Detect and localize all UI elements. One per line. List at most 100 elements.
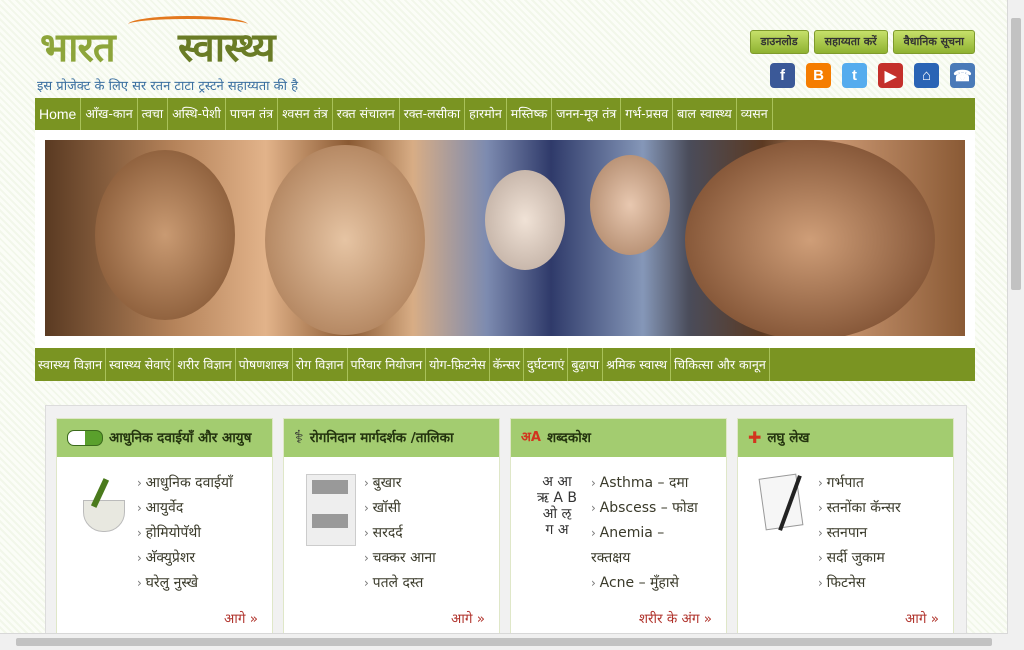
list-item[interactable]: Asthma – दमा	[591, 471, 701, 496]
more-link[interactable]: शरीर के अंग »	[639, 609, 712, 627]
elderly-people-photo	[45, 140, 965, 336]
nav-item[interactable]: व्यसन	[737, 98, 773, 130]
page: भारत स्वास्थ्य इस प्रोजेक्ट के लिए सर रत…	[35, 0, 975, 650]
list-item[interactable]: होमियोपॅथी	[137, 521, 233, 546]
secondary-nav-item[interactable]: स्वास्थ्य सेवाएं	[106, 348, 175, 381]
nav-item[interactable]: बाल स्वास्थ्य	[673, 98, 737, 130]
nav-item[interactable]: जनन-मूत्र तंत्र	[552, 98, 622, 130]
nav-item[interactable]: आँख-कान	[81, 98, 138, 130]
nav-item[interactable]: रक्त संचालन	[333, 98, 400, 130]
horizontal-scroll-thumb[interactable]	[16, 638, 992, 646]
photo-face-1	[95, 150, 235, 320]
photo-face-2	[265, 145, 425, 335]
secondary-nav-item[interactable]: दुर्घटनाएं	[524, 348, 569, 381]
card-dictionary: अA शब्दकोश अ आऋ A Bओ ऌग अ Asthma – दमा A…	[510, 418, 727, 650]
secondary-nav-item[interactable]: परिवार नियोजन	[348, 348, 427, 381]
list-item[interactable]: Abscess – फोडा	[591, 496, 701, 521]
secondary-nav-item[interactable]: पोषणशास्त्र	[236, 348, 293, 381]
nav-item[interactable]: हारमोन	[465, 98, 507, 130]
blogger-icon[interactable]: B	[806, 63, 831, 88]
secondary-nav-item[interactable]: कॅन्सर	[490, 348, 524, 381]
nav-item[interactable]: त्वचा	[138, 98, 169, 130]
nav-item[interactable]: गर्भ-प्रसव	[621, 98, 674, 130]
card-list: गर्भपात स्तनोंका कॅन्सर स्तनपान सर्दी जु…	[818, 471, 901, 596]
site-logo[interactable]: भारत स्वास्थ्य	[40, 12, 340, 71]
pill-icon	[67, 430, 103, 446]
card-title: आधुनिक दवाईयाँ और आयुष	[109, 430, 252, 446]
secondary-nav-item[interactable]: योग-फ़िटनेस	[426, 348, 490, 381]
dictionary-icon: अA	[521, 430, 541, 445]
nav-item[interactable]: रक्त-लसीका	[400, 98, 466, 130]
card-title: शब्दकोश	[547, 430, 591, 446]
logo-text-swasthya: स्वास्थ्य	[178, 24, 276, 71]
more-link[interactable]: आगे »	[905, 609, 939, 627]
list-item[interactable]: Acne – मुँहासे	[591, 571, 701, 596]
nav-item[interactable]: अस्थि-पेशी	[168, 98, 226, 130]
card-header[interactable]: अA शब्दकोश	[511, 419, 726, 457]
nav-item[interactable]: Home	[35, 98, 82, 130]
list-item[interactable]: गर्भपात	[818, 471, 901, 496]
youtube-icon[interactable]: ▶	[878, 63, 903, 88]
nav-item[interactable]: श्वसन तंत्र	[278, 98, 333, 130]
social-icons: f Bt ▶ ⌂ ☎	[770, 63, 975, 88]
download-button[interactable]: डाउनलोड	[749, 30, 809, 54]
legal-notice-button[interactable]: वैधानिक सूचना	[892, 30, 975, 54]
card-header[interactable]: आधुनिक दवाईयाँ और आयुष	[57, 419, 272, 457]
tagline: इस प्रोजेक्ट के लिए सर रतन टाटा ट्रस्टने…	[37, 79, 299, 94]
nav-item[interactable]: पाचन तंत्र	[226, 98, 279, 130]
top-buttons: डाउनलोड सहाय्यता करें वैधानिक सूचना	[749, 30, 975, 54]
list-item[interactable]: चक्कर आना	[364, 546, 436, 571]
secondary-nav-item[interactable]: श्रमिक स्वास्थ	[603, 348, 671, 381]
card-header[interactable]: ✚ लघु लेख	[738, 419, 953, 457]
phone-icon[interactable]: ☎	[950, 63, 975, 88]
content-area: आधुनिक दवाईयाँ और आयुष आधुनिक दवाईयाँ आय…	[45, 405, 967, 650]
list-item[interactable]: स्तनोंका कॅन्सर	[818, 496, 901, 521]
secondary-nav: स्वास्थ्य विज्ञान स्वास्थ्य सेवाएं शरीर वि…	[35, 348, 975, 381]
nav-item[interactable]: मस्तिष्क	[507, 98, 553, 130]
card-title: लघु लेख	[767, 430, 810, 446]
secondary-nav-item[interactable]: स्वास्थ्य विज्ञान	[35, 348, 107, 381]
card-list: आधुनिक दवाईयाँ आयुर्वेद होमियोपॅथी अ‍ॅक्…	[137, 471, 233, 596]
list-item[interactable]: स्तनपान	[818, 521, 901, 546]
medical-note-icon: ✚	[748, 428, 762, 447]
list-item[interactable]: सरदर्द	[364, 521, 436, 546]
secondary-nav-item[interactable]: चिकित्सा और कानून	[671, 348, 770, 381]
secondary-nav-item[interactable]: शरीर विज्ञान	[174, 348, 236, 381]
flowchart-icon	[304, 474, 356, 546]
card-list: बुखार खॉसी सरदर्द चक्कर आना पतले दस्त	[364, 471, 436, 596]
list-item[interactable]: आधुनिक दवाईयाँ	[137, 471, 233, 496]
photo-face-4	[590, 155, 670, 255]
letters-icon: अ आऋ A Bओ ऌग अ	[536, 474, 578, 538]
facebook-icon[interactable]: f	[770, 63, 795, 88]
secondary-nav-item[interactable]: रोग विज्ञान	[293, 348, 348, 381]
vertical-scroll-thumb[interactable]	[1011, 18, 1021, 290]
home-icon[interactable]: ⌂	[914, 63, 939, 88]
document-pen-icon	[758, 473, 810, 534]
list-item[interactable]: घरेलु नुस्खे	[137, 571, 233, 596]
list-item[interactable]: सर्दी जुकाम	[818, 546, 901, 571]
card-diagnosis: ⚕ रोगनिदान मार्गदर्शक /तालिका बुखार खॉसी…	[283, 418, 500, 650]
card-header[interactable]: ⚕ रोगनिदान मार्गदर्शक /तालिका	[284, 419, 499, 457]
card-list: Asthma – दमा Abscess – फोडा Anemia – रक्…	[591, 471, 701, 596]
card-medicines: आधुनिक दवाईयाँ और आयुष आधुनिक दवाईयाँ आय…	[56, 418, 273, 650]
mortar-pestle-icon	[77, 474, 129, 534]
list-item[interactable]: पतले दस्त	[364, 571, 436, 596]
more-link[interactable]: आगे »	[224, 609, 258, 627]
more-link[interactable]: आगे »	[451, 609, 485, 627]
logo-text-bharat: भारत	[40, 24, 116, 71]
list-item[interactable]: खॉसी	[364, 496, 436, 521]
horizontal-scrollbar[interactable]	[0, 633, 1008, 650]
list-item[interactable]: अ‍ॅक्युप्रेशर	[137, 546, 233, 571]
photo-face-3	[485, 170, 565, 270]
vertical-scrollbar[interactable]	[1007, 0, 1024, 650]
list-item[interactable]: बुखार	[364, 471, 436, 496]
photo-face-5	[685, 140, 935, 336]
secondary-nav-item[interactable]: बुढ़ापा	[568, 348, 604, 381]
twitter-icon[interactable]: t	[842, 63, 867, 88]
list-item[interactable]: Anemia – रक्तक्षय	[591, 521, 701, 571]
list-item[interactable]: आयुर्वेद	[137, 496, 233, 521]
main-nav: Home आँख-कान त्वचा अस्थि-पेशी पाचन तंत्र श्वस…	[35, 98, 975, 130]
list-item[interactable]: फिटनेस	[818, 571, 901, 596]
card-title: रोगनिदान मार्गदर्शक /तालिका	[309, 430, 454, 446]
donate-button[interactable]: सहाय्यता करें	[813, 30, 888, 54]
